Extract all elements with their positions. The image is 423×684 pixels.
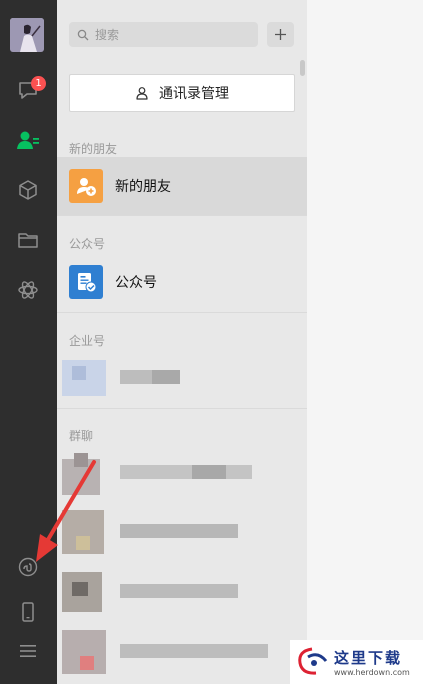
site-watermark: 这里下载 www.herdown.com	[290, 640, 423, 684]
annotation-arrow	[36, 460, 96, 562]
watermark-logo	[298, 647, 328, 675]
wechat-window: 1 搜索 通讯录管理 新的朋友 新的朋友 公众号 公众号 企业号 群聊 这里下载…	[0, 0, 423, 684]
watermark-cn: 这里下载	[334, 649, 403, 667]
watermark-url: www.herdown.com	[334, 668, 410, 677]
